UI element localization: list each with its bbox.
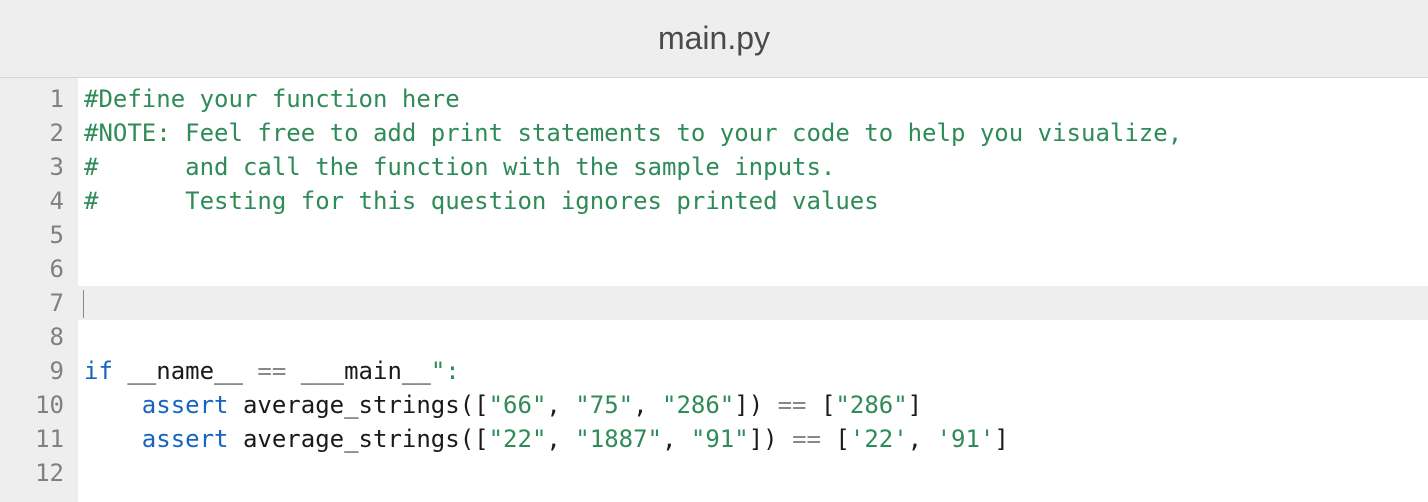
code-token — [84, 425, 142, 453]
editor-header: main.py — [0, 0, 1428, 78]
code-line[interactable] — [78, 286, 1428, 320]
code-line[interactable] — [78, 218, 1428, 252]
code-token: __name__ — [113, 357, 258, 385]
code-line[interactable]: assert average_strings(["22", "1887", "9… — [78, 422, 1428, 456]
line-number: 12 — [0, 456, 78, 490]
code-token: average_strings([ — [229, 391, 489, 419]
code-editor[interactable]: 123456789101112 #Define your function he… — [0, 78, 1428, 502]
code-line[interactable]: #NOTE: Feel free to add print statements… — [78, 116, 1428, 150]
code-token: , — [546, 391, 575, 419]
code-token: ] — [994, 425, 1008, 453]
code-token: # and call the function with the sample … — [84, 153, 835, 181]
code-token: "91" — [691, 425, 749, 453]
line-number: 4 — [0, 184, 78, 218]
text-cursor — [83, 290, 84, 318]
code-token: , — [546, 425, 575, 453]
code-line[interactable]: if __name__ == ___main__": — [78, 354, 1428, 388]
code-token: '22' — [850, 425, 908, 453]
line-number: 10 — [0, 388, 78, 422]
code-token: == — [778, 391, 807, 419]
code-token: , — [908, 425, 937, 453]
line-number: 3 — [0, 150, 78, 184]
code-token: "1887" — [575, 425, 662, 453]
line-number: 6 — [0, 252, 78, 286]
line-number: 9 — [0, 354, 78, 388]
code-token: '91' — [937, 425, 995, 453]
code-token: "286" — [662, 391, 734, 419]
code-token: assert — [142, 391, 229, 419]
line-number-gutter: 123456789101112 — [0, 78, 78, 502]
code-token: # Testing for this question ignores prin… — [84, 187, 879, 215]
code-token: ] — [908, 391, 922, 419]
code-token: ___main__ — [286, 357, 431, 385]
code-token: [ — [807, 391, 836, 419]
code-token: [ — [821, 425, 850, 453]
code-area[interactable]: #Define your function here #NOTE: Feel fr… — [78, 78, 1428, 502]
code-token: , — [633, 391, 662, 419]
code-token: , — [662, 425, 691, 453]
code-token: "66" — [489, 391, 547, 419]
code-token: "286" — [835, 391, 907, 419]
code-token: "75" — [575, 391, 633, 419]
line-number: 1 — [0, 82, 78, 116]
line-number: 2 — [0, 116, 78, 150]
file-title: main.py — [658, 20, 770, 57]
code-line[interactable]: #Define your function here — [78, 82, 1428, 116]
code-token: #NOTE: Feel free to add print statements… — [84, 119, 1182, 147]
code-token: average_strings([ — [229, 425, 489, 453]
line-number: 7 — [0, 286, 78, 320]
code-token: assert — [142, 425, 229, 453]
code-line[interactable] — [78, 456, 1428, 490]
code-line[interactable] — [78, 320, 1428, 354]
code-line[interactable]: # Testing for this question ignores prin… — [78, 184, 1428, 218]
code-token: if — [84, 357, 113, 385]
code-token: ]) — [749, 425, 792, 453]
code-line[interactable]: assert average_strings(["66", "75", "286… — [78, 388, 1428, 422]
line-number: 11 — [0, 422, 78, 456]
line-number: 8 — [0, 320, 78, 354]
code-token: == — [257, 357, 286, 385]
code-token — [84, 391, 142, 419]
code-token: "22" — [489, 425, 547, 453]
code-token: ]) — [734, 391, 777, 419]
code-token: #Define your function here — [84, 85, 460, 113]
code-line[interactable] — [78, 252, 1428, 286]
line-number: 5 — [0, 218, 78, 252]
code-line[interactable]: # and call the function with the sample … — [78, 150, 1428, 184]
code-token: ": — [431, 357, 460, 385]
code-token: == — [792, 425, 821, 453]
